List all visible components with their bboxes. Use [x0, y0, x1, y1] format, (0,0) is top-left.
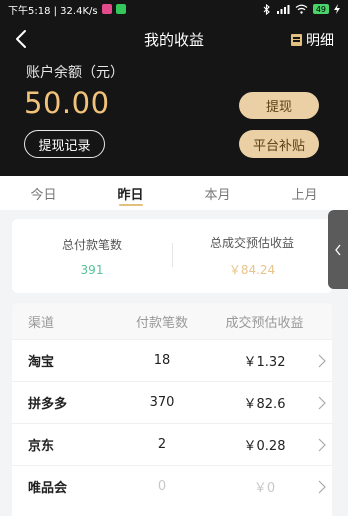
channel-name: 京东: [28, 439, 55, 454]
balance-label: 账户余额（元）: [26, 65, 124, 81]
income-value: ￥0: [253, 481, 276, 496]
bluetooth-icon: [263, 3, 270, 15]
order-count: 0: [157, 479, 167, 494]
total-orders-label: 总付款笔数: [61, 237, 122, 252]
app-notification-icon: [101, 4, 112, 14]
tab-yesterday[interactable]: 昨日: [87, 176, 174, 210]
tab-today[interactable]: 今日: [0, 176, 87, 210]
withdraw-record-button[interactable]: 提现记录: [24, 130, 105, 158]
balance-value: 50.00: [24, 86, 110, 120]
table-row[interactable]: 拼多多 370 ￥82.6: [12, 381, 332, 423]
page-title: 我的收益: [143, 30, 204, 49]
total-orders: 总付款笔数 391: [12, 219, 172, 293]
channel-name: 唯品会: [28, 481, 68, 496]
signal-icon: [276, 5, 290, 14]
detail-label: 明细: [306, 33, 334, 49]
income-value: ￥0.28: [243, 439, 286, 454]
side-drawer-handle[interactable]: [328, 210, 348, 289]
table-row[interactable]: 淘宝 18 ￥1.32: [12, 339, 332, 381]
chevron-left-icon: [335, 244, 341, 255]
app-screen: 下午5:18 | 32.4K/s 49 我的收益 明细 账户余额（元） 50.0…: [0, 0, 348, 516]
detail-list-icon: [291, 34, 302, 46]
charging-icon: [334, 4, 340, 14]
detail-button[interactable]: 明细: [291, 30, 334, 50]
table-header: 渠道 付款笔数 成交预估收益: [12, 303, 332, 339]
table-row[interactable]: 京东 2 ￥0.28: [12, 423, 332, 465]
status-time-speed: 下午5:18 | 32.4K/s: [8, 5, 98, 17]
tab-this-month[interactable]: 本月: [174, 176, 261, 210]
total-orders-value: 391: [80, 262, 104, 277]
order-count: 18: [153, 353, 171, 368]
chevron-right-icon: [318, 480, 326, 493]
channel-name: 拼多多: [28, 397, 68, 412]
total-income-label: 总成交预估收益: [209, 236, 294, 250]
income-value: ￥82.6: [243, 397, 286, 412]
header-orders: 付款笔数: [135, 315, 188, 331]
channel-name: 淘宝: [28, 355, 55, 370]
chevron-right-icon: [318, 396, 326, 409]
total-income: 总成交预估收益 ￥84.24: [172, 219, 332, 293]
status-bar: 下午5:18 | 32.4K/s 49: [0, 0, 348, 18]
table-row[interactable]: 唯品会 0 ￥0: [12, 465, 332, 507]
order-count: 370: [149, 395, 175, 410]
wechat-icon: [115, 4, 126, 14]
platform-subsidy-button[interactable]: 平台补贴: [239, 130, 319, 158]
summary-card: 总付款笔数 391 总成交预估收益 ￥84.24: [12, 219, 332, 293]
header-panel: 下午5:18 | 32.4K/s 49 我的收益 明细 账户余额（元） 50.0…: [0, 0, 348, 176]
header-income: 成交预估收益: [225, 315, 304, 331]
back-button[interactable]: [12, 28, 32, 50]
income-value: ￥1.32: [243, 355, 286, 370]
wifi-icon: [295, 4, 308, 14]
total-income-value: ￥84.24: [228, 263, 276, 277]
tab-last-month[interactable]: 上月: [261, 176, 348, 210]
channel-table: 渠道 付款笔数 成交预估收益 淘宝 18 ￥1.32 拼多多 370 ￥82.6…: [12, 303, 332, 516]
chevron-right-icon: [318, 354, 326, 367]
period-tabs: 今日 昨日 本月 上月: [0, 176, 348, 210]
summary-divider: [172, 243, 173, 267]
order-count: 2: [157, 437, 167, 452]
battery-icon: 49: [312, 4, 329, 14]
chevron-right-icon: [318, 438, 326, 451]
withdraw-button[interactable]: 提现: [239, 92, 319, 119]
nav-bar: 我的收益 明细: [0, 22, 348, 56]
header-channel: 渠道: [28, 315, 55, 331]
back-arrow-icon: [16, 30, 26, 48]
